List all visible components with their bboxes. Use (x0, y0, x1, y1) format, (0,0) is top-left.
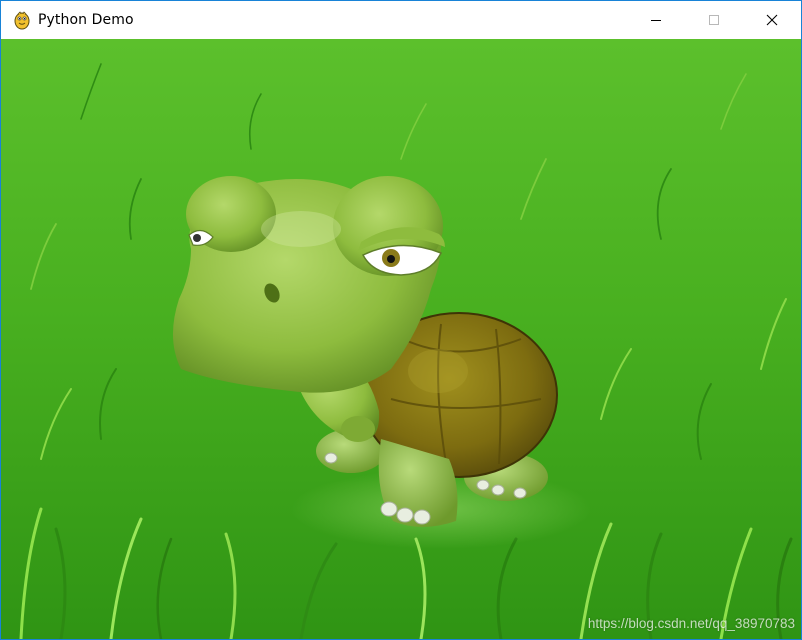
minimize-button[interactable] (627, 1, 685, 39)
title-bar[interactable]: Python Demo (1, 1, 801, 39)
game-scene (1, 39, 801, 639)
close-button[interactable] (743, 1, 801, 39)
minimize-icon (651, 20, 661, 21)
maximize-button[interactable] (685, 1, 743, 39)
pygame-snake-icon (14, 11, 30, 30)
close-icon (766, 14, 778, 26)
window-title: Python Demo (38, 12, 134, 28)
game-canvas[interactable]: https://blog.csdn.net/qq_38970783 (1, 39, 801, 639)
maximize-icon (709, 15, 719, 25)
watermark-text: https://blog.csdn.net/qq_38970783 (587, 616, 795, 631)
window-controls (627, 1, 801, 39)
app-window: Python Demo https://blog.csdn.net/qq_389… (0, 0, 802, 640)
